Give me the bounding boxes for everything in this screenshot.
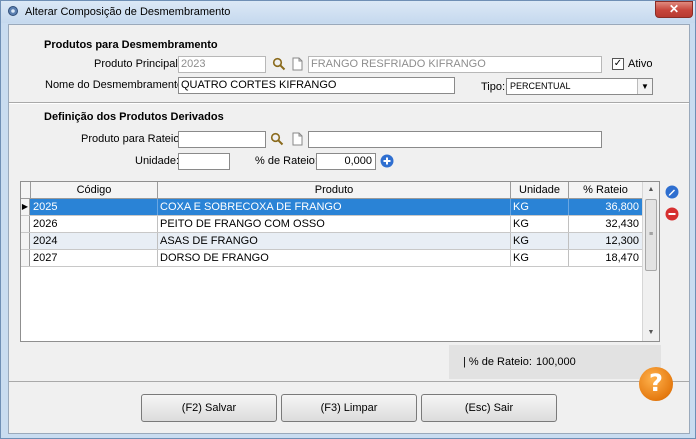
ativo-label: Ativo xyxy=(628,58,653,70)
close-button[interactable]: ✕ xyxy=(655,1,693,18)
limpar-button[interactable]: (F3) Limpar xyxy=(281,394,417,422)
cell-codigo: 2024 xyxy=(31,233,158,249)
scroll-thumb[interactable]: ≡ xyxy=(645,199,657,271)
table-row[interactable]: ▶ 2025 COXA E SOBRECOXA DE FRANGO KG 36,… xyxy=(21,199,643,216)
cell-rateio: 32,430 xyxy=(569,216,643,232)
produto-principal-code-field[interactable]: 2023 xyxy=(178,56,266,73)
table-row[interactable]: 2027 DORSO DE FRANGO KG 18,470 xyxy=(21,250,643,267)
sair-button[interactable]: (Esc) Sair xyxy=(421,394,557,422)
nome-desmembramento-field[interactable]: QUATRO CORTES KIFRANGO xyxy=(178,77,455,94)
table-row[interactable]: 2026 PEITO DE FRANGO COM OSSO KG 32,430 xyxy=(21,216,643,233)
unidade-field[interactable] xyxy=(178,153,230,170)
summary-value: 100,000 xyxy=(536,356,576,368)
dialog-window: Alterar Composição de Desmembramento ✕ P… xyxy=(0,0,696,439)
perc-rateio-field[interactable]: 0,000 xyxy=(316,153,376,170)
tipo-label: Tipo: xyxy=(481,81,506,93)
row-indicator xyxy=(21,216,30,232)
cell-produto: DORSO DE FRANGO xyxy=(158,250,511,266)
salvar-button[interactable]: (F2) Salvar xyxy=(141,394,277,422)
window-title: Alterar Composição de Desmembramento xyxy=(25,6,231,18)
gear-app-icon xyxy=(8,6,18,16)
row-indicator-header xyxy=(21,182,31,199)
scroll-up-icon[interactable]: ▲ xyxy=(643,182,659,198)
add-icon[interactable] xyxy=(380,154,394,168)
cell-codigo: 2025 xyxy=(31,199,158,215)
cell-unidade: KG xyxy=(511,250,569,266)
document-icon[interactable] xyxy=(292,57,303,71)
column-header-unidade[interactable]: Unidade xyxy=(511,182,569,199)
document-icon[interactable] xyxy=(292,132,303,146)
ativo-checkbox[interactable]: ✓ xyxy=(612,58,624,70)
scroll-down-icon[interactable]: ▼ xyxy=(643,325,659,341)
nome-desmembramento-label: Nome do Desmembramento: xyxy=(45,79,187,91)
help-icon[interactable]: ? xyxy=(639,367,673,401)
remove-icon[interactable] xyxy=(665,207,679,221)
produto-rateio-desc-field xyxy=(308,131,602,148)
row-indicator xyxy=(21,233,30,249)
cell-produto: COXA E SOBRECOXA DE FRANGO xyxy=(158,199,511,215)
grid-vertical-scrollbar[interactable]: ▲ ≡ ▼ xyxy=(642,182,659,341)
summary-label: | % de Rateio: xyxy=(463,356,532,368)
cell-codigo: 2026 xyxy=(31,216,158,232)
produto-principal-desc-field: FRANGO RESFRIADO KIFRANGO xyxy=(308,56,602,73)
row-pointer-icon: ▶ xyxy=(21,199,30,215)
cell-rateio: 36,800 xyxy=(569,199,643,215)
cell-codigo: 2027 xyxy=(31,250,158,266)
dialog-body: Produtos para Desmembramento Produto Pri… xyxy=(8,24,690,434)
section-produtos-title: Produtos para Desmembramento xyxy=(44,39,218,51)
cell-unidade: KG xyxy=(511,233,569,249)
column-header-rateio[interactable]: % Rateio xyxy=(569,182,643,199)
rateio-summary: | % de Rateio: 100,000 xyxy=(449,345,661,379)
section-divider-highlight xyxy=(9,103,689,104)
column-header-codigo[interactable]: Código xyxy=(31,182,158,199)
chevron-down-icon[interactable]: ▼ xyxy=(637,79,652,94)
produto-rateio-code-field[interactable] xyxy=(178,131,266,148)
section-derivados-title: Definição dos Produtos Derivados xyxy=(44,111,224,123)
cell-produto: PEITO DE FRANGO COM OSSO xyxy=(158,216,511,232)
title-bar[interactable]: Alterar Composição de Desmembramento ✕ xyxy=(1,1,695,23)
row-indicator xyxy=(21,250,30,266)
derivados-grid[interactable]: Código Produto Unidade % Rateio ▶ 2025 C… xyxy=(20,181,660,342)
grid-header: Código Produto Unidade % Rateio xyxy=(21,182,643,199)
tipo-select[interactable]: PERCENTUAL ▼ xyxy=(506,78,653,95)
search-icon[interactable] xyxy=(272,57,286,71)
produto-principal-label: Produto Principal: xyxy=(94,58,181,70)
cell-rateio: 18,470 xyxy=(569,250,643,266)
button-bar: (F2) Salvar (F3) Limpar (Esc) Sair xyxy=(9,381,689,433)
table-row[interactable]: 2024 ASAS DE FRANGO KG 12,300 xyxy=(21,233,643,250)
column-header-produto[interactable]: Produto xyxy=(158,182,511,199)
search-icon[interactable] xyxy=(270,132,284,146)
cell-unidade: KG xyxy=(511,199,569,215)
cell-unidade: KG xyxy=(511,216,569,232)
cell-produto: ASAS DE FRANGO xyxy=(158,233,511,249)
tipo-select-value: PERCENTUAL xyxy=(510,81,571,91)
perc-rateio-label: % de Rateio: xyxy=(255,155,318,167)
unidade-label: Unidade: xyxy=(135,155,180,167)
cell-rateio: 12,300 xyxy=(569,233,643,249)
edit-icon[interactable] xyxy=(665,185,679,199)
produto-rateio-label: Produto para Rateio: xyxy=(81,133,183,145)
